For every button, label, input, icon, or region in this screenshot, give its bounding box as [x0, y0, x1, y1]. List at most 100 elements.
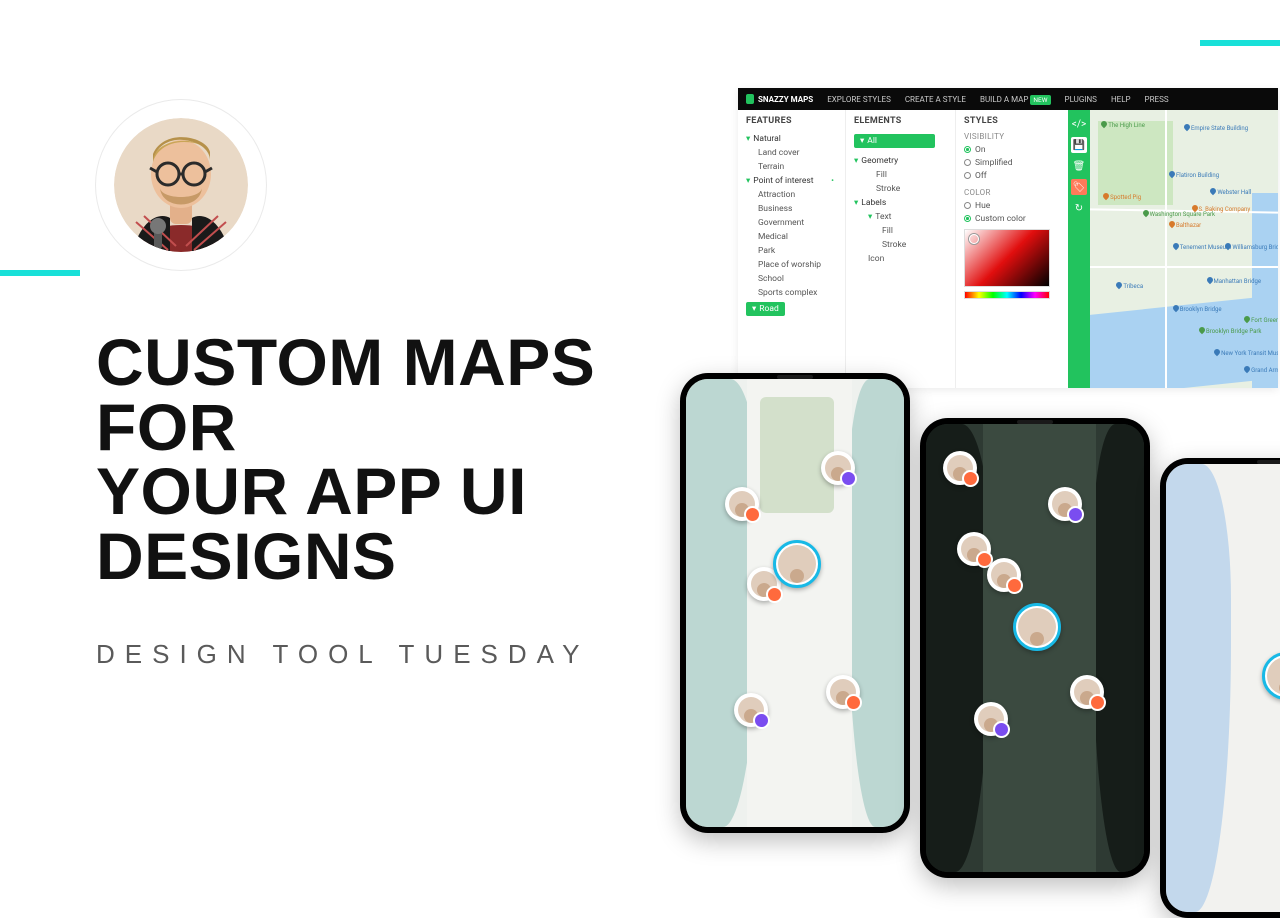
- feature-natural[interactable]: ▾Natural: [746, 132, 837, 146]
- panel-styles: STYLES VISIBILITY On Simplified Off COLO…: [956, 110, 1068, 388]
- poi-piggy: Spotted Pig: [1103, 193, 1141, 201]
- color-custom[interactable]: Custom color: [964, 212, 1060, 225]
- map-marker[interactable]: [987, 558, 1021, 592]
- feature-road[interactable]: ▾Road: [746, 300, 837, 318]
- poi-flatiron: Flatiron Building: [1169, 171, 1219, 179]
- editor-window: SNAZZY MAPS EXPLORE STYLES CREATE A STYL…: [738, 88, 1278, 388]
- headline-line-1: CUSTOM MAPS FOR: [96, 325, 595, 464]
- nav-explore[interactable]: EXPLORE STYLES: [827, 95, 891, 104]
- trash-icon[interactable]: 🗑: [1070, 156, 1088, 176]
- nav-press[interactable]: PRESS: [1145, 95, 1169, 104]
- brand: SNAZZY MAPS: [746, 94, 813, 104]
- poi-brooklyn-bridge: Brooklyn Bridge: [1173, 305, 1222, 313]
- phone-mockup-1: [680, 373, 910, 833]
- element-all-label: All: [867, 136, 877, 146]
- element-labels[interactable]: ▾Labels: [854, 196, 947, 210]
- visibility-off-label: Off: [975, 171, 987, 181]
- feature-sports-complex[interactable]: Sports complex: [746, 286, 837, 300]
- color-picker[interactable]: [964, 229, 1050, 287]
- tag-icon[interactable]: 🏷: [1071, 179, 1087, 195]
- feature-poi-label: Point of interest: [753, 176, 813, 186]
- hue-slider[interactable]: [964, 291, 1050, 299]
- brand-icon: [746, 94, 754, 104]
- color-hue[interactable]: Hue: [964, 199, 1060, 212]
- element-stroke-2[interactable]: Stroke: [854, 238, 947, 252]
- left-column: CUSTOM MAPS FOR YOUR APP UI DESIGNS DESI…: [96, 100, 656, 670]
- feature-terrain[interactable]: Terrain: [746, 160, 837, 174]
- poi-grand-army: Grand Army Plaza: [1244, 366, 1278, 374]
- panel-elements: ELEMENTS ▾All ▾Geometry Fill Stroke ▾Lab…: [846, 110, 956, 388]
- accent-bar-left: [0, 270, 80, 276]
- map-marker[interactable]: [957, 532, 991, 566]
- visibility-on-label: On: [975, 145, 986, 155]
- poi-baking: S. Baking Company: [1192, 205, 1251, 213]
- headline-line-2: YOUR APP UI DESIGNS: [96, 454, 527, 593]
- map-marker[interactable]: [734, 693, 768, 727]
- poi-tenement: Tenement Museum: [1173, 243, 1232, 251]
- elements-title: ELEMENTS: [854, 116, 947, 126]
- poi-fort-greene: Fort Greene Park: [1244, 316, 1278, 324]
- visibility-off[interactable]: Off: [964, 169, 1060, 182]
- map-marker[interactable]: [725, 487, 759, 521]
- subtitle: DESIGN TOOL TUESDAY: [96, 639, 656, 670]
- visibility-on[interactable]: On: [964, 143, 1060, 156]
- feature-land-cover[interactable]: Land cover: [746, 146, 837, 160]
- element-all[interactable]: ▾All: [854, 132, 947, 150]
- element-geometry[interactable]: ▾Geometry: [854, 154, 947, 168]
- page-title: CUSTOM MAPS FOR YOUR APP UI DESIGNS: [96, 330, 656, 589]
- poi-williamsburg: Williamsburg Brid: [1225, 243, 1278, 251]
- map-marker[interactable]: [974, 702, 1008, 736]
- element-geometry-label: Geometry: [861, 156, 898, 166]
- phone-3-screen: [1166, 464, 1280, 912]
- poi-manhattan: Manhattan Bridge: [1207, 277, 1262, 285]
- element-fill-1[interactable]: Fill: [854, 168, 947, 182]
- feature-attraction[interactable]: Attraction: [746, 188, 837, 202]
- visibility-simplified[interactable]: Simplified: [964, 156, 1060, 169]
- tool-strip: </> 💾 🗑 🏷 ↻: [1068, 110, 1090, 388]
- element-text[interactable]: ▾Text: [854, 210, 947, 224]
- poi-empire: Empire State Building: [1184, 124, 1248, 132]
- poi-transit: New York Transit Museum: [1214, 349, 1278, 357]
- nav-build[interactable]: BUILD A MAP: [980, 95, 1028, 104]
- map-marker[interactable]: [821, 451, 855, 485]
- element-icon[interactable]: Icon: [854, 252, 947, 266]
- new-badge: NEW: [1030, 95, 1050, 105]
- map-preview[interactable]: The High Line Empire State Building Flat…: [1090, 110, 1278, 388]
- map-marker[interactable]: [1070, 675, 1104, 709]
- avatar: [96, 100, 266, 270]
- save-icon[interactable]: 💾: [1071, 137, 1087, 153]
- feature-business[interactable]: Business: [746, 202, 837, 216]
- editor-topbar: SNAZZY MAPS EXPLORE STYLES CREATE A STYL…: [738, 88, 1278, 110]
- feature-park[interactable]: Park: [746, 244, 837, 258]
- feature-school[interactable]: School: [746, 272, 837, 286]
- nav-help[interactable]: HELP: [1111, 95, 1131, 104]
- feature-medical[interactable]: Medical: [746, 230, 837, 244]
- element-labels-label: Labels: [861, 198, 886, 208]
- phone-2-screen: [926, 424, 1144, 872]
- visibility-simplified-label: Simplified: [975, 158, 1013, 168]
- avatar-image: [114, 118, 248, 252]
- refresh-icon[interactable]: ↻: [1070, 198, 1088, 218]
- map-marker[interactable]: [943, 451, 977, 485]
- feature-poi[interactable]: ▾Point of interest •: [746, 174, 837, 188]
- right-composite: SNAZZY MAPS EXPLORE STYLES CREATE A STYL…: [680, 88, 1280, 708]
- poi-webster: Webster Hall: [1210, 188, 1251, 196]
- element-fill-2[interactable]: Fill: [854, 224, 947, 238]
- feature-government[interactable]: Government: [746, 216, 837, 230]
- feature-place-of-worship[interactable]: Place of worship: [746, 258, 837, 272]
- code-icon[interactable]: </>: [1070, 114, 1088, 134]
- nav-create[interactable]: CREATE A STYLE: [905, 95, 966, 104]
- phone-mockup-2: [920, 418, 1150, 878]
- color-label: COLOR: [964, 188, 1060, 197]
- accent-bar-right: [1200, 40, 1280, 46]
- phone-1-screen: [686, 379, 904, 827]
- features-title: FEATURES: [746, 116, 837, 126]
- color-custom-label: Custom color: [975, 214, 1026, 224]
- map-marker[interactable]: [826, 675, 860, 709]
- nav-build-wrap[interactable]: BUILD A MAPNEW: [980, 95, 1051, 104]
- map-marker[interactable]: [1048, 487, 1082, 521]
- element-stroke-1[interactable]: Stroke: [854, 182, 947, 196]
- nav-plugins[interactable]: PLUGINS: [1065, 95, 1097, 104]
- styles-title: STYLES: [964, 116, 1060, 126]
- editor-body: FEATURES ▾Natural Land cover Terrain ▾Po…: [738, 110, 1278, 388]
